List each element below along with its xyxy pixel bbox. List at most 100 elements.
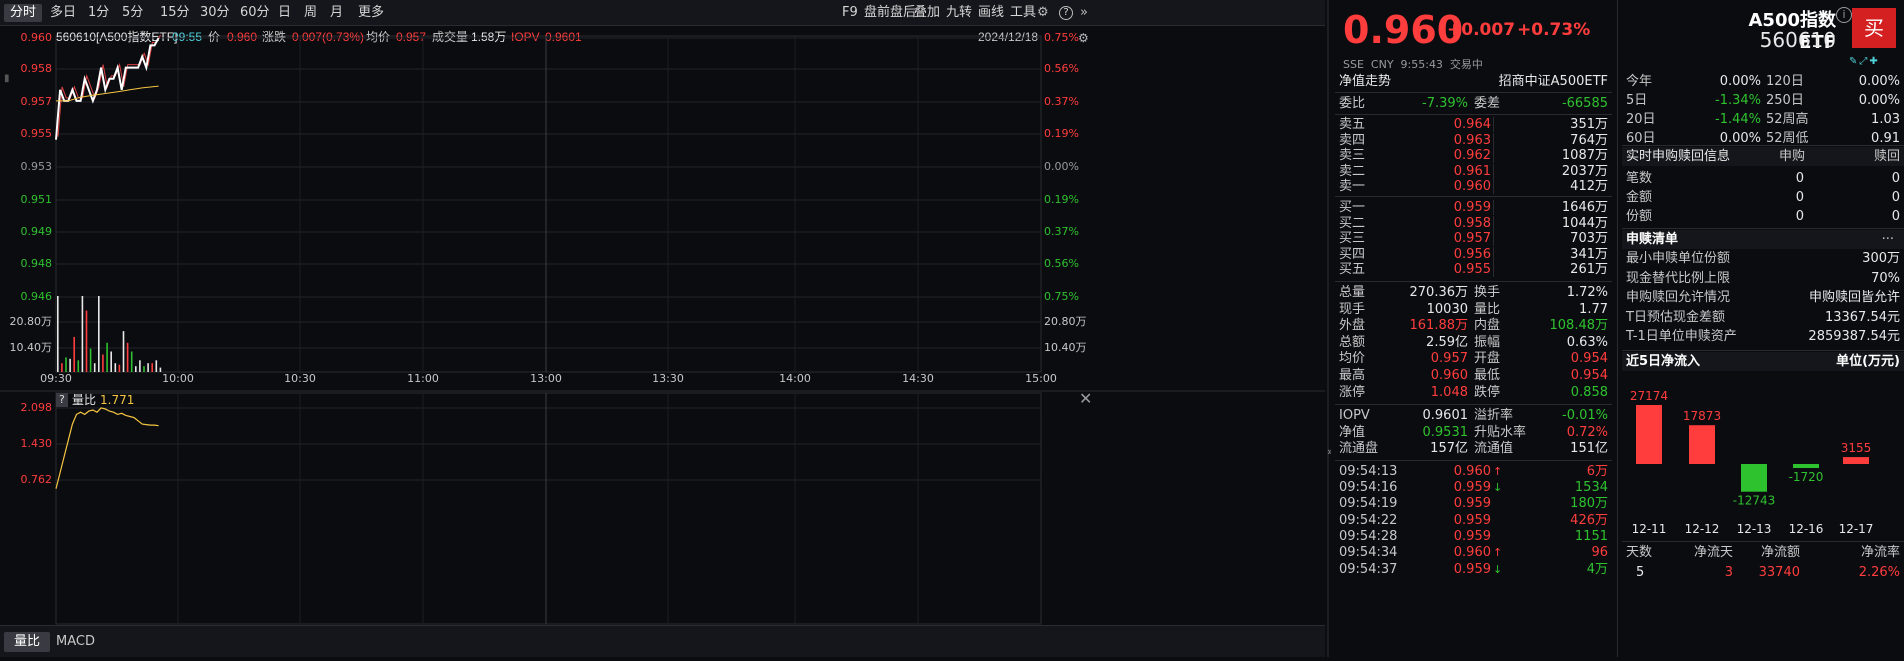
nav-label: 净值走势 (1339, 74, 1392, 89)
toolbar-tool[interactable]: 九转 (946, 4, 972, 22)
subscribe-info-header: 实时申购赎回信息 申购 赎回 (1622, 147, 1904, 166)
order-book-row[interactable]: 卖一 0.960 412万 (1331, 177, 1616, 196)
more-icon[interactable]: ··· (1882, 230, 1894, 249)
info-icon[interactable]: i (1836, 7, 1852, 23)
intraday-chart-svg[interactable]: 560610[A500指数ETF]09:55 价 0.960 涨跌 0.007(0.73… (0, 26, 1325, 657)
quote-panel: 0.960 +0.007 +0.73% A500指数ETF i 560610 买… (1331, 0, 1904, 657)
indicator-tab[interactable]: 量比 (4, 632, 51, 652)
volume-bar (143, 366, 145, 372)
sub-tick-label: 2.098 (21, 401, 53, 414)
row-value: 0 (1795, 171, 1804, 186)
period-tab[interactable]: 多日 (50, 4, 76, 22)
price-line (55, 37, 160, 140)
etf-stat-row: 流通盘 157亿 流通值 151亿 (1331, 439, 1616, 458)
volume-bar (159, 367, 162, 372)
volume-bar (89, 348, 92, 372)
indicator-tabs: 量比 MACD (0, 625, 1325, 657)
pct-tick-label: 0.56% (1044, 257, 1079, 270)
close-icon[interactable]: ✕ (1079, 389, 1092, 408)
sub-chart-value: 1.771 (100, 393, 134, 407)
indicator-tab[interactable]: MACD (46, 632, 105, 652)
sub-panel-frame (55, 392, 1042, 625)
period-tab[interactable]: 更多 (358, 4, 384, 22)
inflow-date-label: 12-13 (1737, 522, 1772, 536)
period-tab[interactable]: 周 (304, 4, 317, 22)
row-value: 2859387.54元 (1808, 329, 1900, 344)
volume-tick-label: 20.80万 (1044, 315, 1087, 328)
volume-bar (139, 360, 141, 372)
volume-bar (85, 310, 88, 372)
level-volume: 261万 (1570, 262, 1608, 278)
expand-arrow-icon[interactable]: » (1080, 4, 1088, 22)
panel-divider[interactable] (1327, 0, 1329, 657)
volume-tick-label: 10.40万 (10, 341, 53, 354)
section-divider (1622, 540, 1904, 542)
subscribe-list-row: T日预估现金差额 13367.54元 (1622, 308, 1904, 327)
price-tick-label: 0.951 (21, 193, 53, 206)
help-icon[interactable]: ? (1059, 6, 1073, 20)
period-tab[interactable]: 60分 (240, 4, 270, 22)
level-price: 0.955 (1453, 262, 1491, 278)
inflow-bar (1793, 463, 1819, 468)
toolbar-tool[interactable]: 画线 (978, 4, 1004, 22)
volume-bar (135, 366, 137, 372)
volume-bar (73, 336, 75, 372)
chart-header-text: 价 (208, 30, 220, 44)
volume-bar (130, 351, 133, 372)
time-tick-label: 09:30 (40, 372, 72, 385)
price-change: +0.007 (1447, 20, 1516, 40)
inflow-bar (1636, 404, 1662, 464)
period-tab[interactable]: 月 (330, 4, 343, 22)
inflow-header: 近5日净流入 单位(万元) (1622, 351, 1904, 371)
time-tick-label: 13:00 (530, 372, 562, 385)
tick-time: 09:54:37 (1339, 561, 1398, 577)
inflow-bar (1689, 424, 1715, 464)
nav-row[interactable]: 净值走势 招商中证A500ETF (1331, 72, 1616, 91)
period-tab[interactable]: 1分 (88, 4, 109, 22)
column-header: 赎回 (1873, 149, 1900, 164)
row-label: 流通值 (1474, 441, 1514, 457)
level-volume: 412万 (1570, 179, 1608, 195)
order-book-row[interactable]: 买五 0.955 261万 (1331, 260, 1616, 279)
price-tick-label: 0.953 (21, 160, 53, 173)
pct-tick-label: 0.19% (1044, 193, 1079, 206)
row-value: 申购赎回皆允许 (1808, 290, 1900, 305)
edit-pin-add-icons[interactable]: ✎⤢✚ (1849, 56, 1880, 67)
left-edge-handle[interactable]: ▮ (4, 73, 10, 84)
period-tab[interactable]: 30分 (200, 4, 230, 22)
inflow-date-label: 12-11 (1632, 522, 1667, 536)
inflow-summary-header: 天数 净流天 净流额 净流率 (1622, 543, 1904, 562)
period-tab[interactable]: 15分 (160, 4, 190, 22)
subscribe-list-row: 现金替代比例上限 70% (1622, 269, 1904, 288)
level-price: 0.960 (1453, 179, 1491, 195)
volume-bar (155, 360, 158, 372)
sub-tick-label: 1.430 (21, 437, 53, 450)
price-tick-label: 0.960 (21, 31, 53, 44)
time-tick-label: 11:00 (407, 372, 439, 385)
inflow-date-label: 12-17 (1839, 522, 1874, 536)
toolbar-tool[interactable]: F9 (842, 4, 858, 22)
price-tick-label: 0.958 (21, 62, 53, 75)
toolbar-tool[interactable]: 盘前盘后 (864, 4, 916, 22)
toolbar-tool[interactable]: 叠加 (914, 4, 940, 22)
subscribe-info-row: 份额 0 0 (1622, 207, 1904, 226)
row-label: 5日 (1626, 93, 1648, 108)
row-label: 份额 (1626, 209, 1653, 224)
section-divider (1335, 92, 1612, 93)
section-title: 实时申购赎回信息 (1626, 149, 1731, 164)
settings-icon[interactable]: ⚙ (1037, 4, 1049, 22)
period-tab[interactable]: 5分 (122, 4, 143, 22)
stat-row: 涨停 1.048 跌停 0.858 (1331, 383, 1616, 402)
chart-settings-icon[interactable]: ⚙ (1078, 31, 1089, 45)
row-value: 1.03 (1871, 112, 1900, 127)
volume-bar (57, 296, 59, 372)
period-tab[interactable]: 分时 (4, 4, 43, 22)
section-title: 申赎清单 (1626, 232, 1679, 247)
period-tab[interactable]: 日 (278, 4, 291, 22)
toolbar-tool[interactable]: 工具 (1010, 4, 1036, 22)
sub-chart-label: 量比 (72, 393, 96, 407)
chart-header-text: 0.007(0.73%) (292, 30, 364, 44)
time-tick-label: 14:00 (779, 372, 811, 385)
buy-button[interactable]: 买 (1852, 8, 1896, 48)
pct-tick-label: 0.56% (1044, 62, 1079, 75)
